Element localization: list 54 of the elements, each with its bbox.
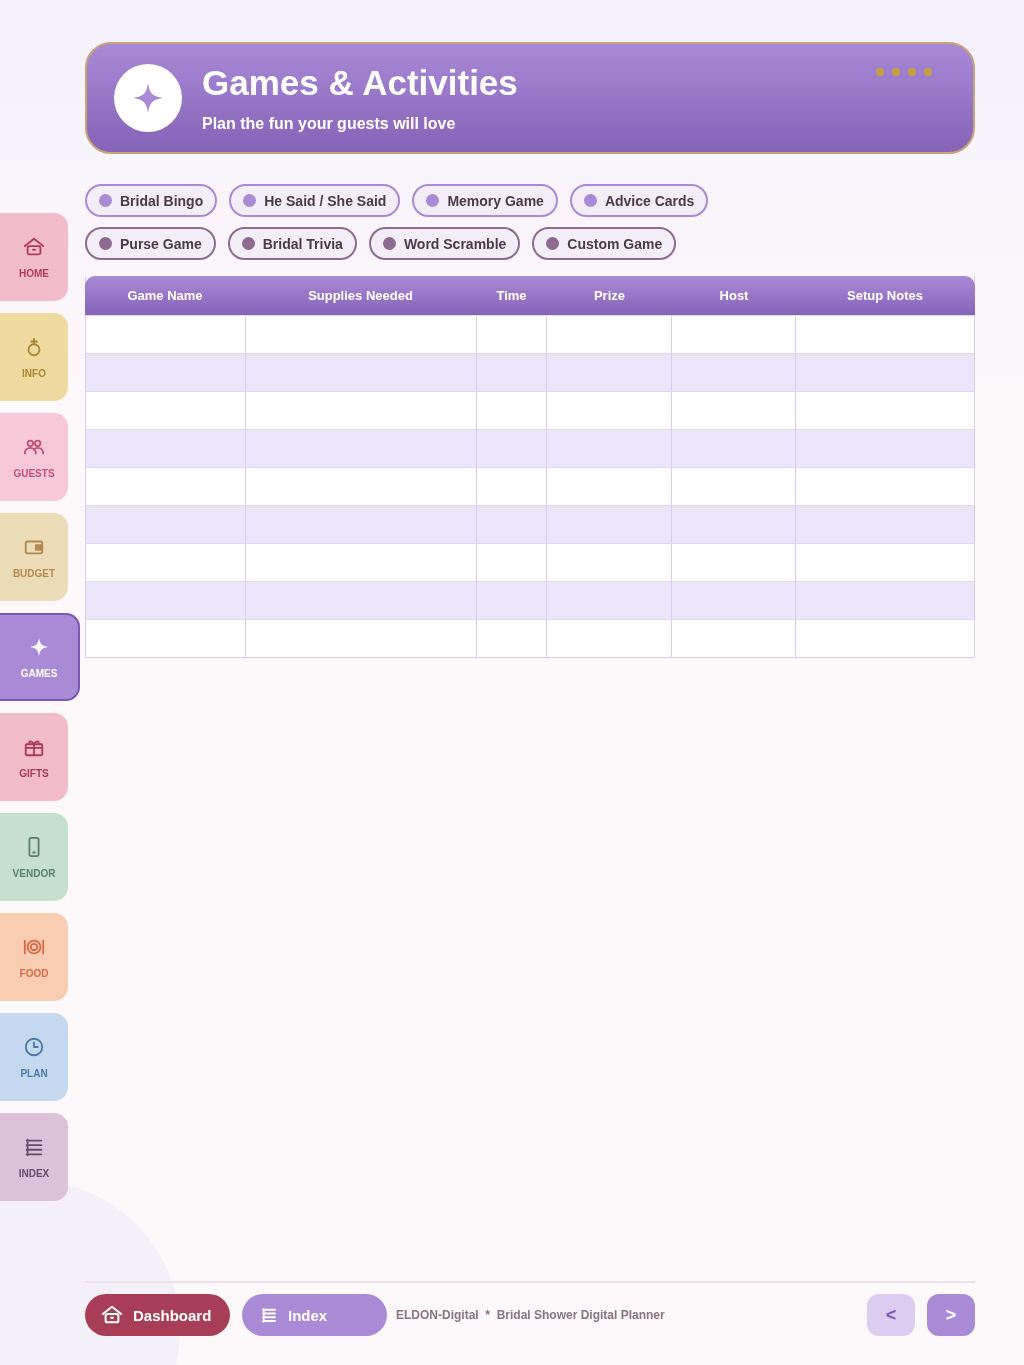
column-header: Prize [592, 288, 627, 303]
nav-label: GAMES [20, 667, 58, 679]
previous-button[interactable]: < [867, 1294, 915, 1336]
column-header: Game Name [126, 288, 204, 303]
column-header: Host [718, 288, 750, 303]
chip-label: Custom Game [567, 235, 663, 252]
plan-icon [23, 1035, 45, 1058]
footer-credit: ELDON-Digital * Bridal Shower Digital Planner [396, 1308, 665, 1322]
game-chip[interactable]: Bridal Bingo [85, 184, 218, 217]
chip-label: Memory Game [447, 192, 544, 209]
game-chip[interactable]: Advice Cards [569, 184, 709, 217]
nav-tab[interactable]: INFO [0, 313, 68, 401]
list-icon [260, 1306, 278, 1324]
chip-label: Word Scramble [403, 235, 507, 252]
nav-tab[interactable]: GIFTS [0, 713, 68, 801]
game-chip[interactable]: He Said / She Said [229, 184, 401, 217]
page-subtitle: Plan the fun your guests will love [202, 115, 457, 133]
home-icon [101, 1304, 123, 1326]
nav-tab[interactable]: GAMES [0, 613, 80, 701]
nav-label: INFO [22, 367, 46, 379]
chip-label: Bridal Trivia [262, 235, 343, 252]
game-chip[interactable]: Purse Game [85, 227, 216, 260]
nav-label: VENDOR [12, 867, 56, 879]
nav-tab[interactable]: GUESTS [0, 413, 68, 501]
chip-label: Bridal Bingo [120, 192, 204, 209]
chip-label: He Said / She Said [264, 192, 387, 209]
dots-icon [875, 67, 933, 77]
next-button[interactable]: > [927, 1294, 975, 1336]
page-title: Games & Activities [202, 63, 518, 103]
nav-tab[interactable]: PLAN [0, 1013, 68, 1101]
nav-tab[interactable]: FOOD [0, 913, 68, 1001]
nav-tab[interactable]: BUDGET [0, 513, 68, 601]
game-chip[interactable]: Word Scramble [368, 227, 521, 260]
nav-tab[interactable]: VENDOR [0, 813, 68, 901]
nav-tab[interactable]: INDEX [0, 1113, 68, 1201]
dashboard-button[interactable]: Dashboard [85, 1294, 230, 1336]
nav-label: BUDGET [12, 567, 56, 579]
chip-label: Advice Cards [604, 192, 695, 209]
nav-tab[interactable]: HOME [0, 213, 68, 301]
nav-label: GUESTS [13, 467, 55, 479]
nav-label: FOOD [19, 967, 49, 979]
nav-label: PLAN [20, 1067, 48, 1079]
chip-label: Purse Game [120, 235, 202, 252]
nav-label: INDEX [18, 1167, 50, 1179]
column-header: Supplies Needed [307, 288, 414, 303]
nav-label: HOME [19, 267, 49, 279]
game-chip[interactable]: Memory Game [412, 184, 558, 217]
nav-label: GIFTS [19, 767, 49, 779]
index-button[interactable]: Index [242, 1294, 387, 1336]
home-icon [23, 235, 45, 258]
game-chip[interactable]: Bridal Trivia [227, 227, 357, 260]
column-header: Time [495, 288, 528, 303]
game-chip[interactable]: Custom Game [532, 227, 677, 260]
column-header: Setup Notes [846, 288, 924, 303]
